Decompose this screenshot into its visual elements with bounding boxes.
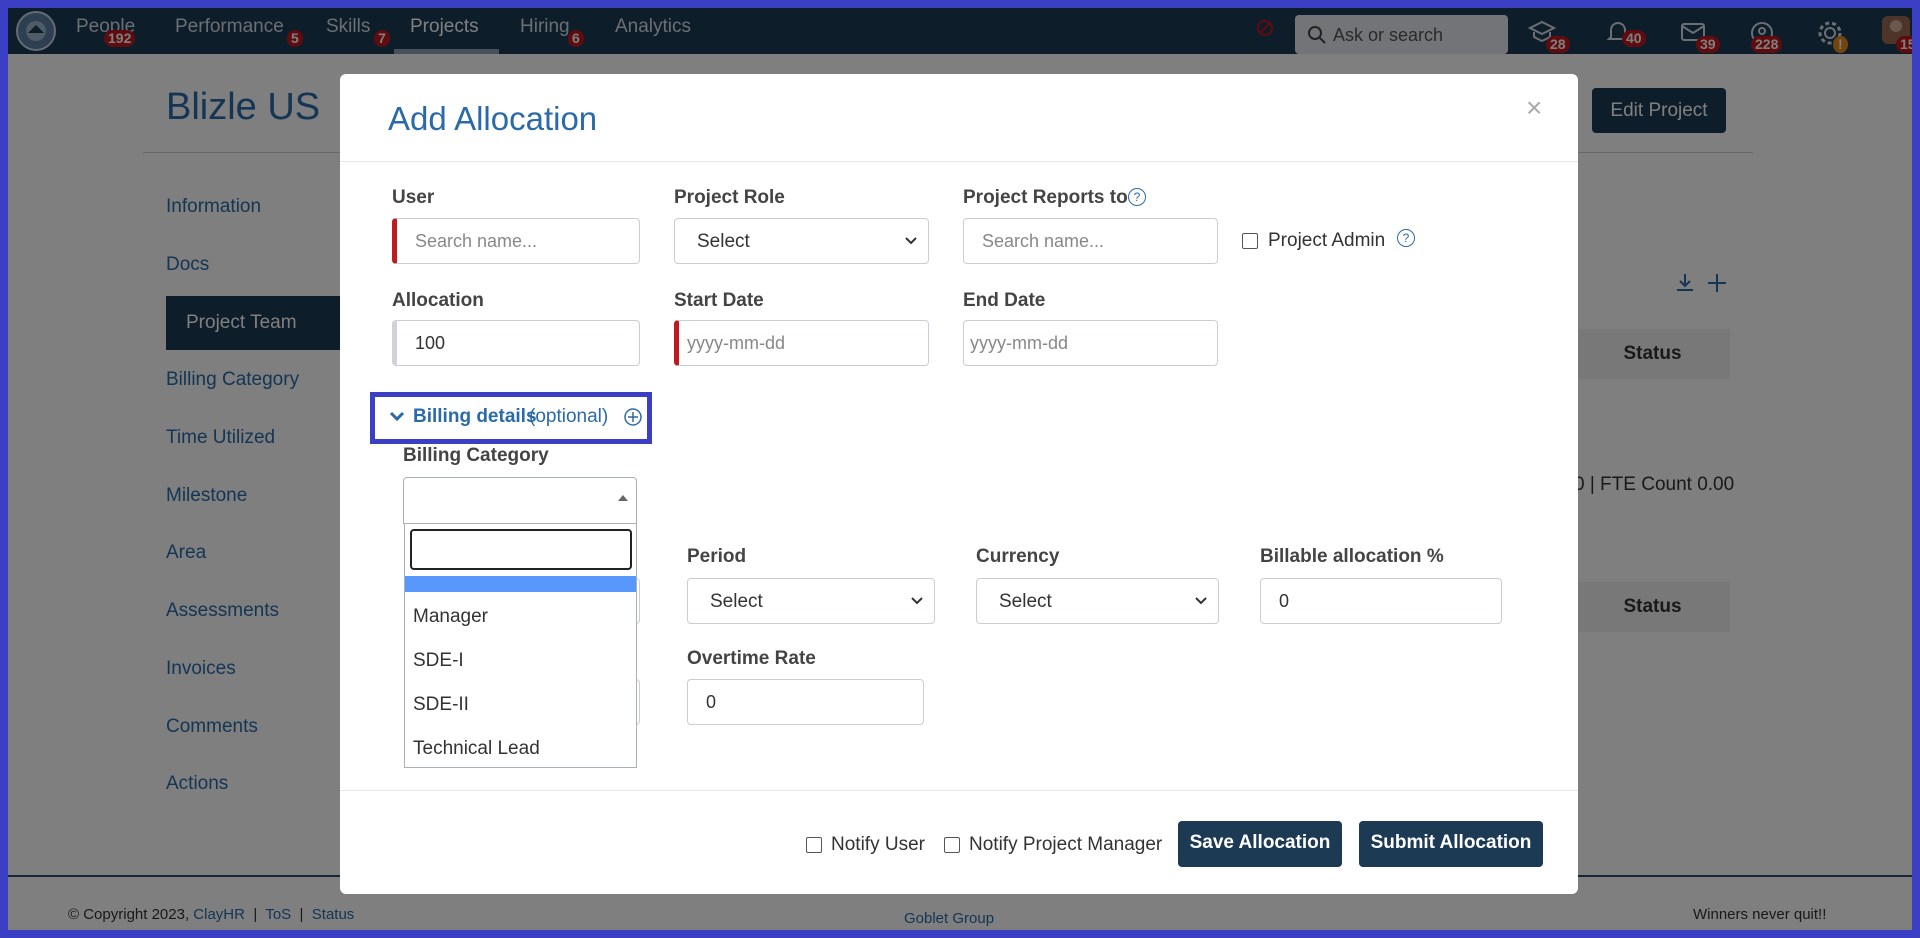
dropdown-option-sde-i[interactable]: SDE-I [405, 638, 636, 682]
currency-value: Select [999, 591, 1052, 612]
reports-to-label: Project Reports to [963, 187, 1128, 208]
notify-user-checkbox[interactable] [806, 837, 822, 853]
add-allocation-modal: Add Allocation × User Search name... Pro… [340, 74, 1578, 894]
chevron-down-icon [911, 597, 923, 605]
billing-details-label: Billing details [413, 406, 537, 427]
end-date-placeholder: yyyy-mm-dd [970, 333, 1068, 353]
modal-header-divider [340, 161, 1578, 162]
dropdown-option-empty[interactable] [405, 576, 636, 592]
dropdown-option-sde-ii[interactable]: SDE-II [405, 682, 636, 726]
reports-to-placeholder: Search name... [982, 231, 1105, 251]
project-role-label: Project Role [674, 187, 785, 208]
project-role-value: Select [697, 231, 750, 252]
plus-circle-icon [624, 408, 642, 426]
billing-category-label: Billing Category [403, 445, 549, 466]
notify-pm-checkbox[interactable] [944, 837, 960, 853]
save-allocation-button[interactable]: Save Allocation [1178, 821, 1342, 867]
start-date-label: Start Date [674, 290, 764, 311]
billing-category-dropdown: Manager SDE-I SDE-II Technical Lead [404, 524, 637, 768]
reports-to-search-input[interactable]: Search name... [963, 218, 1218, 264]
billable-allocation-input[interactable]: 0 [1260, 578, 1502, 624]
currency-label: Currency [976, 546, 1060, 567]
period-label: Period [687, 546, 747, 567]
help-icon[interactable]: ? [1397, 229, 1415, 247]
help-icon[interactable]: ? [1128, 188, 1146, 206]
dropdown-option-technical-lead[interactable]: Technical Lead [405, 726, 636, 770]
start-date-placeholder: yyyy-mm-dd [687, 333, 785, 353]
overtime-rate-value: 0 [706, 692, 717, 712]
notify-pm-label: Notify Project Manager [969, 834, 1163, 855]
option-label: SDE-II [413, 694, 469, 715]
dropdown-search-input[interactable] [410, 529, 632, 570]
allocation-label: Allocation [392, 290, 484, 311]
option-label: SDE-I [413, 650, 464, 671]
modal-title: Add Allocation [388, 100, 598, 137]
user-label: User [392, 187, 435, 208]
option-label: Technical Lead [413, 738, 540, 759]
option-label: Manager [413, 606, 488, 627]
modal-footer-divider [340, 790, 1578, 791]
user-placeholder: Search name... [415, 231, 538, 251]
caret-up-icon [618, 495, 628, 501]
dropdown-option-manager[interactable]: Manager [405, 594, 636, 638]
period-value: Select [710, 591, 763, 612]
project-role-select[interactable]: Select [674, 218, 929, 264]
chevron-down-icon [905, 237, 917, 245]
notify-user-label: Notify User [831, 834, 925, 855]
billable-allocation-label: Billable allocation % [1260, 546, 1444, 567]
project-admin-checkbox[interactable] [1242, 233, 1258, 249]
billable-allocation-value: 0 [1279, 591, 1290, 611]
start-date-input[interactable]: yyyy-mm-dd [674, 320, 929, 366]
period-select[interactable]: Select [687, 578, 935, 624]
end-date-label: End Date [963, 290, 1046, 311]
close-icon[interactable]: × [1526, 92, 1542, 124]
allocation-input[interactable]: 100 [392, 320, 640, 366]
chevron-down-icon [1195, 597, 1207, 605]
user-search-input[interactable]: Search name... [392, 218, 640, 264]
currency-select[interactable]: Select [976, 578, 1219, 624]
overtime-rate-input[interactable]: 0 [687, 679, 924, 725]
submit-allocation-button[interactable]: Submit Allocation [1359, 821, 1543, 867]
project-admin-label: Project Admin [1268, 230, 1386, 251]
allocation-value: 100 [415, 333, 446, 353]
chevron-down-icon [389, 411, 405, 422]
end-date-input[interactable]: yyyy-mm-dd [963, 320, 1218, 366]
billing-details-optional: (optional) [529, 406, 609, 427]
billing-category-select[interactable] [403, 477, 637, 524]
overtime-rate-label: Overtime Rate [687, 648, 816, 669]
billing-details-toggle[interactable]: Billing details (optional) [370, 392, 652, 444]
